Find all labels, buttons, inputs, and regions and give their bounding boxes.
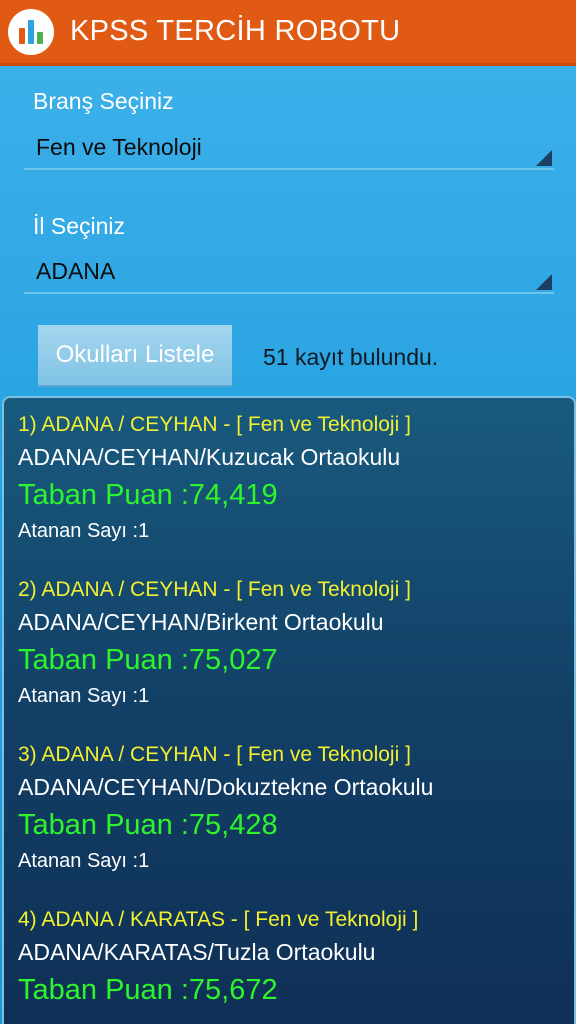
- branch-spinner[interactable]: Fen ve Teknoloji: [24, 126, 554, 170]
- item-header: 4) ADANA / KARATAS - [ Fen ve Teknoloji …: [18, 908, 419, 931]
- item-school-name: ADANA/CEYHAN/Dokuztekne Ortaokulu: [18, 774, 434, 800]
- item-header: 3) ADANA / CEYHAN - [ Fen ve Teknoloji ]: [18, 743, 411, 766]
- result-count: 51 kayıt bulundu.: [263, 344, 439, 370]
- chart-bar: [19, 27, 25, 44]
- city-selected-value: ADANA: [36, 258, 116, 284]
- chart-bar: [28, 19, 34, 44]
- item-base-score: Taban Puan :75,672: [18, 974, 278, 1006]
- item-assigned-count: [18, 1011, 418, 1024]
- chart-bar: [37, 31, 43, 44]
- item-assigned-count: Atanan Sayı :1: [18, 685, 150, 707]
- item-school-name: ADANA/CEYHAN/Birkent Ortaokulu: [18, 609, 384, 635]
- item-assigned-count: Atanan Sayı :1: [18, 850, 150, 872]
- list-item[interactable]: 2) ADANA / CEYHAN - [ Fen ve Teknoloji ]…: [18, 575, 411, 711]
- item-header: 2) ADANA / CEYHAN - [ Fen ve Teknoloji ]: [18, 578, 411, 601]
- app-bar: KPSS TERCİH ROBOTU: [0, 0, 576, 66]
- item-school-name: ADANA/KARATAS/Tuzla Ortaokulu: [18, 939, 376, 965]
- branch-selected-value: Fen ve Teknoloji: [36, 134, 202, 160]
- city-label: İl Seçiniz: [33, 213, 126, 239]
- item-base-score: Taban Puan :75,027: [18, 644, 278, 676]
- city-spinner[interactable]: ADANA: [24, 250, 554, 294]
- dropdown-arrow-icon: [536, 274, 552, 290]
- item-base-score: Taban Puan :74,419: [18, 479, 278, 511]
- app-title: KPSS TERCİH ROBOTU: [70, 15, 401, 47]
- branch-label: Branş Seçiniz: [33, 88, 174, 114]
- item-header: 1) ADANA / CEYHAN - [ Fen ve Teknoloji ]: [18, 413, 411, 436]
- bar-chart-icon[interactable]: [8, 8, 54, 55]
- list-item[interactable]: 4) ADANA / KARATAS - [ Fen ve Teknoloji …: [18, 905, 418, 1024]
- item-assigned-count: Atanan Sayı :1: [18, 520, 150, 542]
- dropdown-arrow-icon: [536, 150, 552, 166]
- item-base-score: Taban Puan :75,428: [18, 809, 278, 841]
- list-item[interactable]: 1) ADANA / CEYHAN - [ Fen ve Teknoloji ]…: [18, 410, 411, 546]
- list-item[interactable]: 3) ADANA / CEYHAN - [ Fen ve Teknoloji ]…: [18, 740, 433, 876]
- item-school-name: ADANA/CEYHAN/Kuzucak Ortaokulu: [18, 444, 401, 470]
- results-list[interactable]: 1) ADANA / CEYHAN - [ Fen ve Teknoloji ]…: [2, 396, 576, 1024]
- list-schools-button[interactable]: Okulları Listele: [38, 325, 232, 387]
